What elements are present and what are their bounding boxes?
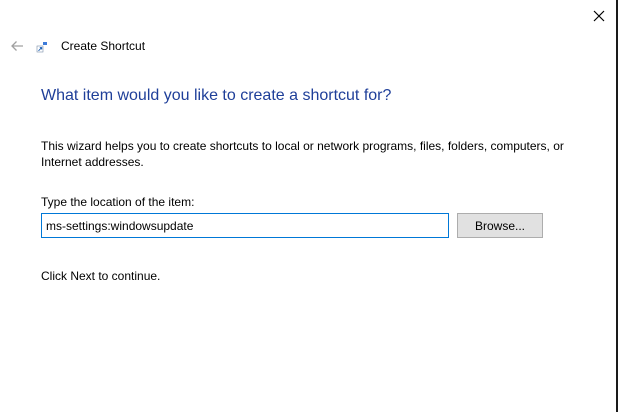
location-input[interactable] [41,213,449,238]
create-shortcut-window: Create Shortcut What item would you like… [0,0,618,412]
continue-instruction: Click Next to continue. [41,269,161,283]
shortcut-icon [36,42,47,53]
close-icon [593,10,605,22]
wizard-heading: What item would you like to create a sho… [41,87,392,104]
back-button[interactable] [6,36,28,56]
location-label: Type the location of the item: [41,195,195,209]
dialog-title: Create Shortcut [61,39,146,53]
back-arrow-icon [11,41,23,51]
browse-button[interactable]: Browse... [457,213,543,238]
wizard-description: This wizard helps you to create shortcut… [41,139,564,169]
close-button[interactable] [582,2,616,30]
